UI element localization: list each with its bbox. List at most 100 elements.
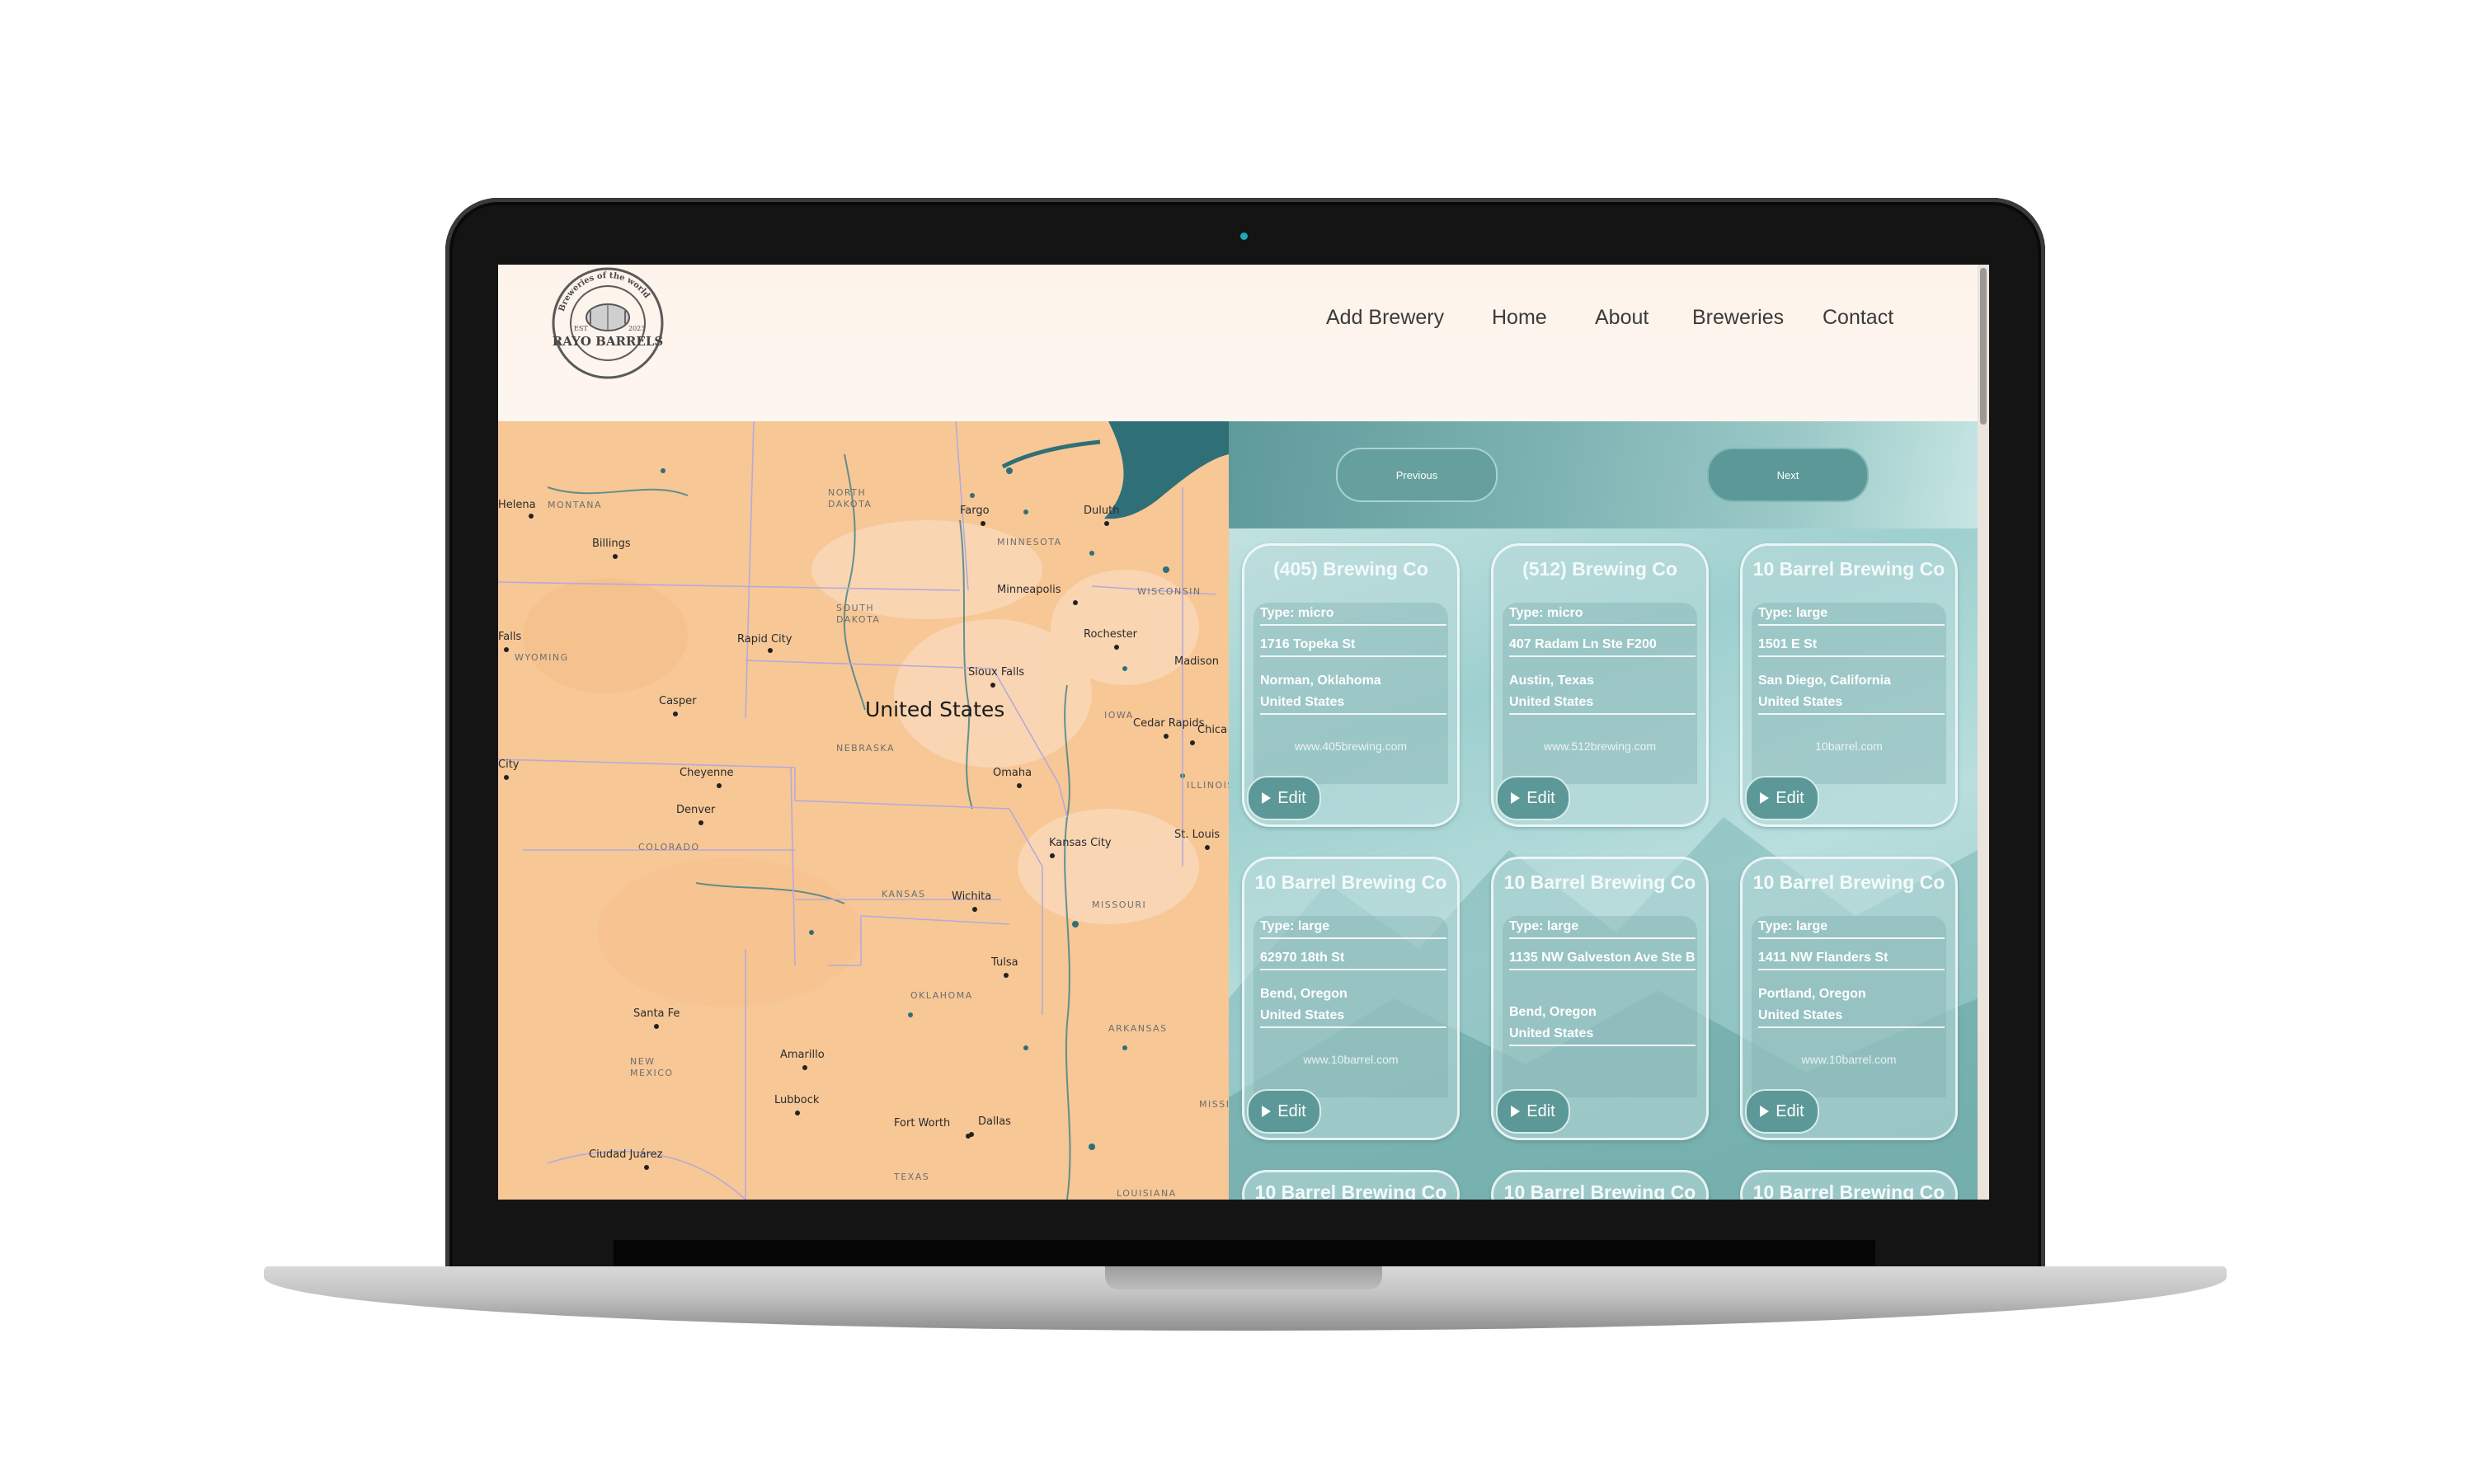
brewery-street: 1411 NW Flanders St (1758, 947, 1945, 970)
map-city-dot[interactable] (1004, 973, 1009, 978)
map-city-dot[interactable] (1050, 853, 1055, 858)
brewery-card[interactable]: 10 Barrel Brewing Co Type: large 1501 E St… (1740, 543, 1958, 827)
play-icon (1511, 792, 1521, 804)
map-state-label: ILLINOIS (1187, 780, 1229, 791)
map-city-label: Duluth (1084, 505, 1119, 517)
brewery-city: Norman, Oklahoma (1260, 674, 1381, 688)
map-city-dot[interactable] (981, 521, 985, 526)
brewery-card[interactable]: 10 Barrel Brewing Co Type: large 1411 NW F… (1740, 857, 1958, 1140)
nav-breweries[interactable]: Breweries (1692, 306, 1784, 330)
nav-home[interactable]: Home (1492, 306, 1547, 330)
map-state-label: MINNESOTA (997, 537, 1062, 547)
map-city-dot[interactable] (529, 514, 534, 519)
brewery-card[interactable]: 10 Barrel Brewing Co (1242, 1170, 1460, 1200)
map-city-dot[interactable] (1017, 783, 1022, 788)
page-scrollbar[interactable] (1978, 265, 1989, 1200)
map-city-dot[interactable] (654, 1024, 659, 1029)
play-icon (1511, 1106, 1521, 1117)
brewery-name: 10 Barrel Brewing Co (1752, 558, 1945, 580)
edit-button[interactable]: Edit (1247, 1089, 1321, 1134)
play-icon (1760, 792, 1770, 804)
brewery-card[interactable]: 10 Barrel Brewing Co (1740, 1170, 1958, 1200)
map-city-label: Sioux Falls (968, 666, 1024, 679)
next-button[interactable]: Next (1707, 448, 1869, 502)
map-country-label: United States (865, 697, 1004, 721)
pager-bar: Previous Next (1229, 421, 1978, 528)
edit-button[interactable]: Edit (1496, 776, 1570, 820)
map-state-label: IOWA (1104, 710, 1134, 721)
map-city-dot[interactable] (802, 1065, 807, 1070)
map-canvas[interactable]: MONTANA NORTH DAKOTA SOUTH DAKOTA WYOMING NEBR… (498, 421, 1229, 1200)
map-city-dot[interactable] (969, 1132, 974, 1137)
edit-button[interactable]: Edit (1496, 1089, 1570, 1134)
map-city-dot[interactable] (1104, 521, 1109, 526)
map-city-dot[interactable] (1114, 645, 1119, 650)
map-city-dot[interactable] (990, 683, 995, 688)
brewery-card[interactable]: (512) Brewing Co Type: micro 407 Radam Ln … (1491, 543, 1709, 827)
map-city-dot[interactable] (1205, 845, 1210, 850)
brewery-country: United States (1509, 692, 1696, 715)
nav-about[interactable]: About (1595, 306, 1649, 330)
brewery-street: 407 Radam Ln Ste F200 (1509, 634, 1696, 657)
map-city-dot[interactable] (717, 783, 722, 788)
map-city-label: Dallas (978, 1115, 1011, 1128)
brewery-country: United States (1758, 1005, 1945, 1028)
edit-label: Edit (1526, 1101, 1555, 1120)
map-city-dot[interactable] (504, 647, 509, 652)
brewery-details: Type: large 62970 18th St Bend, Oregon Unit… (1253, 916, 1448, 1097)
map-city-dot[interactable] (1190, 740, 1195, 745)
brewery-website[interactable]: www.405brewing.com (1253, 740, 1448, 753)
map-city-dot[interactable] (644, 1165, 649, 1170)
map-city-dot[interactable] (613, 554, 618, 559)
map-city-dot[interactable] (673, 711, 678, 716)
edit-button[interactable]: Edit (1745, 1089, 1819, 1134)
brewery-website[interactable]: www.10barrel.com (1253, 1053, 1448, 1066)
brewery-website[interactable]: www.10barrel.com (1752, 1053, 1946, 1066)
play-icon (1262, 792, 1272, 804)
map-city-dot[interactable] (1164, 734, 1169, 739)
map-city-label: Lubbock (774, 1094, 820, 1106)
nav-contact[interactable]: Contact (1823, 306, 1893, 330)
map-city-label: Ciudad Juárez (589, 1148, 663, 1161)
brewery-street: 1716 Topeka St (1260, 634, 1446, 657)
map-city-dot[interactable] (698, 820, 703, 825)
brewery-details: Type: large 1411 NW Flanders St Portland, … (1752, 916, 1946, 1097)
brewery-website[interactable]: www.512brewing.com (1503, 740, 1697, 753)
previous-button[interactable]: Previous (1336, 448, 1498, 502)
edit-label: Edit (1776, 1101, 1804, 1120)
brewery-street: 1135 NW Galveston Ave Ste B (1509, 947, 1696, 970)
scrollbar-thumb[interactable] (1980, 268, 1987, 425)
map-state-label: WISCONSIN (1137, 586, 1202, 597)
map-city-label: Cheyenne (680, 767, 733, 779)
brewery-type: Type: large (1509, 916, 1696, 939)
brewery-card[interactable]: 10 Barrel Brewing Co Type: large 1135 NW G… (1491, 857, 1709, 1140)
brewery-name: (512) Brewing Co (1522, 558, 1677, 580)
brewery-card[interactable]: (405) Brewing Co Type: micro 1716 Topeka S… (1242, 543, 1460, 827)
map-city-label: Kansas City (1049, 837, 1112, 849)
brewery-card[interactable]: 10 Barrel Brewing Co Type: large 62970 18t… (1242, 857, 1460, 1140)
brewery-name: 10 Barrel Brewing Co (1503, 871, 1696, 893)
map-city-dot[interactable] (972, 907, 977, 912)
brewery-name: 10 Barrel Brewing Co (1503, 1181, 1696, 1200)
nav-add-brewery[interactable]: Add Brewery (1326, 306, 1444, 330)
map-city-dot[interactable] (1073, 600, 1078, 605)
edit-button[interactable]: Edit (1745, 776, 1819, 820)
laptop-hinge (614, 1240, 1875, 1268)
brewery-name: 10 Barrel Brewing Co (1752, 1181, 1945, 1200)
edit-label: Edit (1776, 788, 1804, 807)
map-city-dot[interactable] (504, 775, 509, 780)
map-city-label: City (498, 758, 520, 771)
edit-label: Edit (1526, 788, 1555, 807)
map-city-label: Cedar Rapids (1133, 717, 1205, 730)
map-state-label: NORTH DAKOTA (828, 487, 872, 510)
brewery-map[interactable]: MONTANA NORTH DAKOTA SOUTH DAKOTA WYOMING NEBR… (498, 421, 1229, 1200)
brewery-website[interactable]: 10barrel.com (1752, 740, 1946, 753)
map-state-label: NEBRASKA (836, 743, 895, 754)
map-city-dot[interactable] (768, 648, 773, 653)
map-city-label: Rapid City (737, 633, 793, 646)
map-city-dot[interactable] (795, 1111, 800, 1115)
map-state-label: SOUTH DAKOTA (836, 603, 880, 625)
brewery-card[interactable]: 10 Barrel Brewing Co (1491, 1170, 1709, 1200)
map-city-label: Denver (676, 804, 716, 816)
edit-button[interactable]: Edit (1247, 776, 1321, 820)
